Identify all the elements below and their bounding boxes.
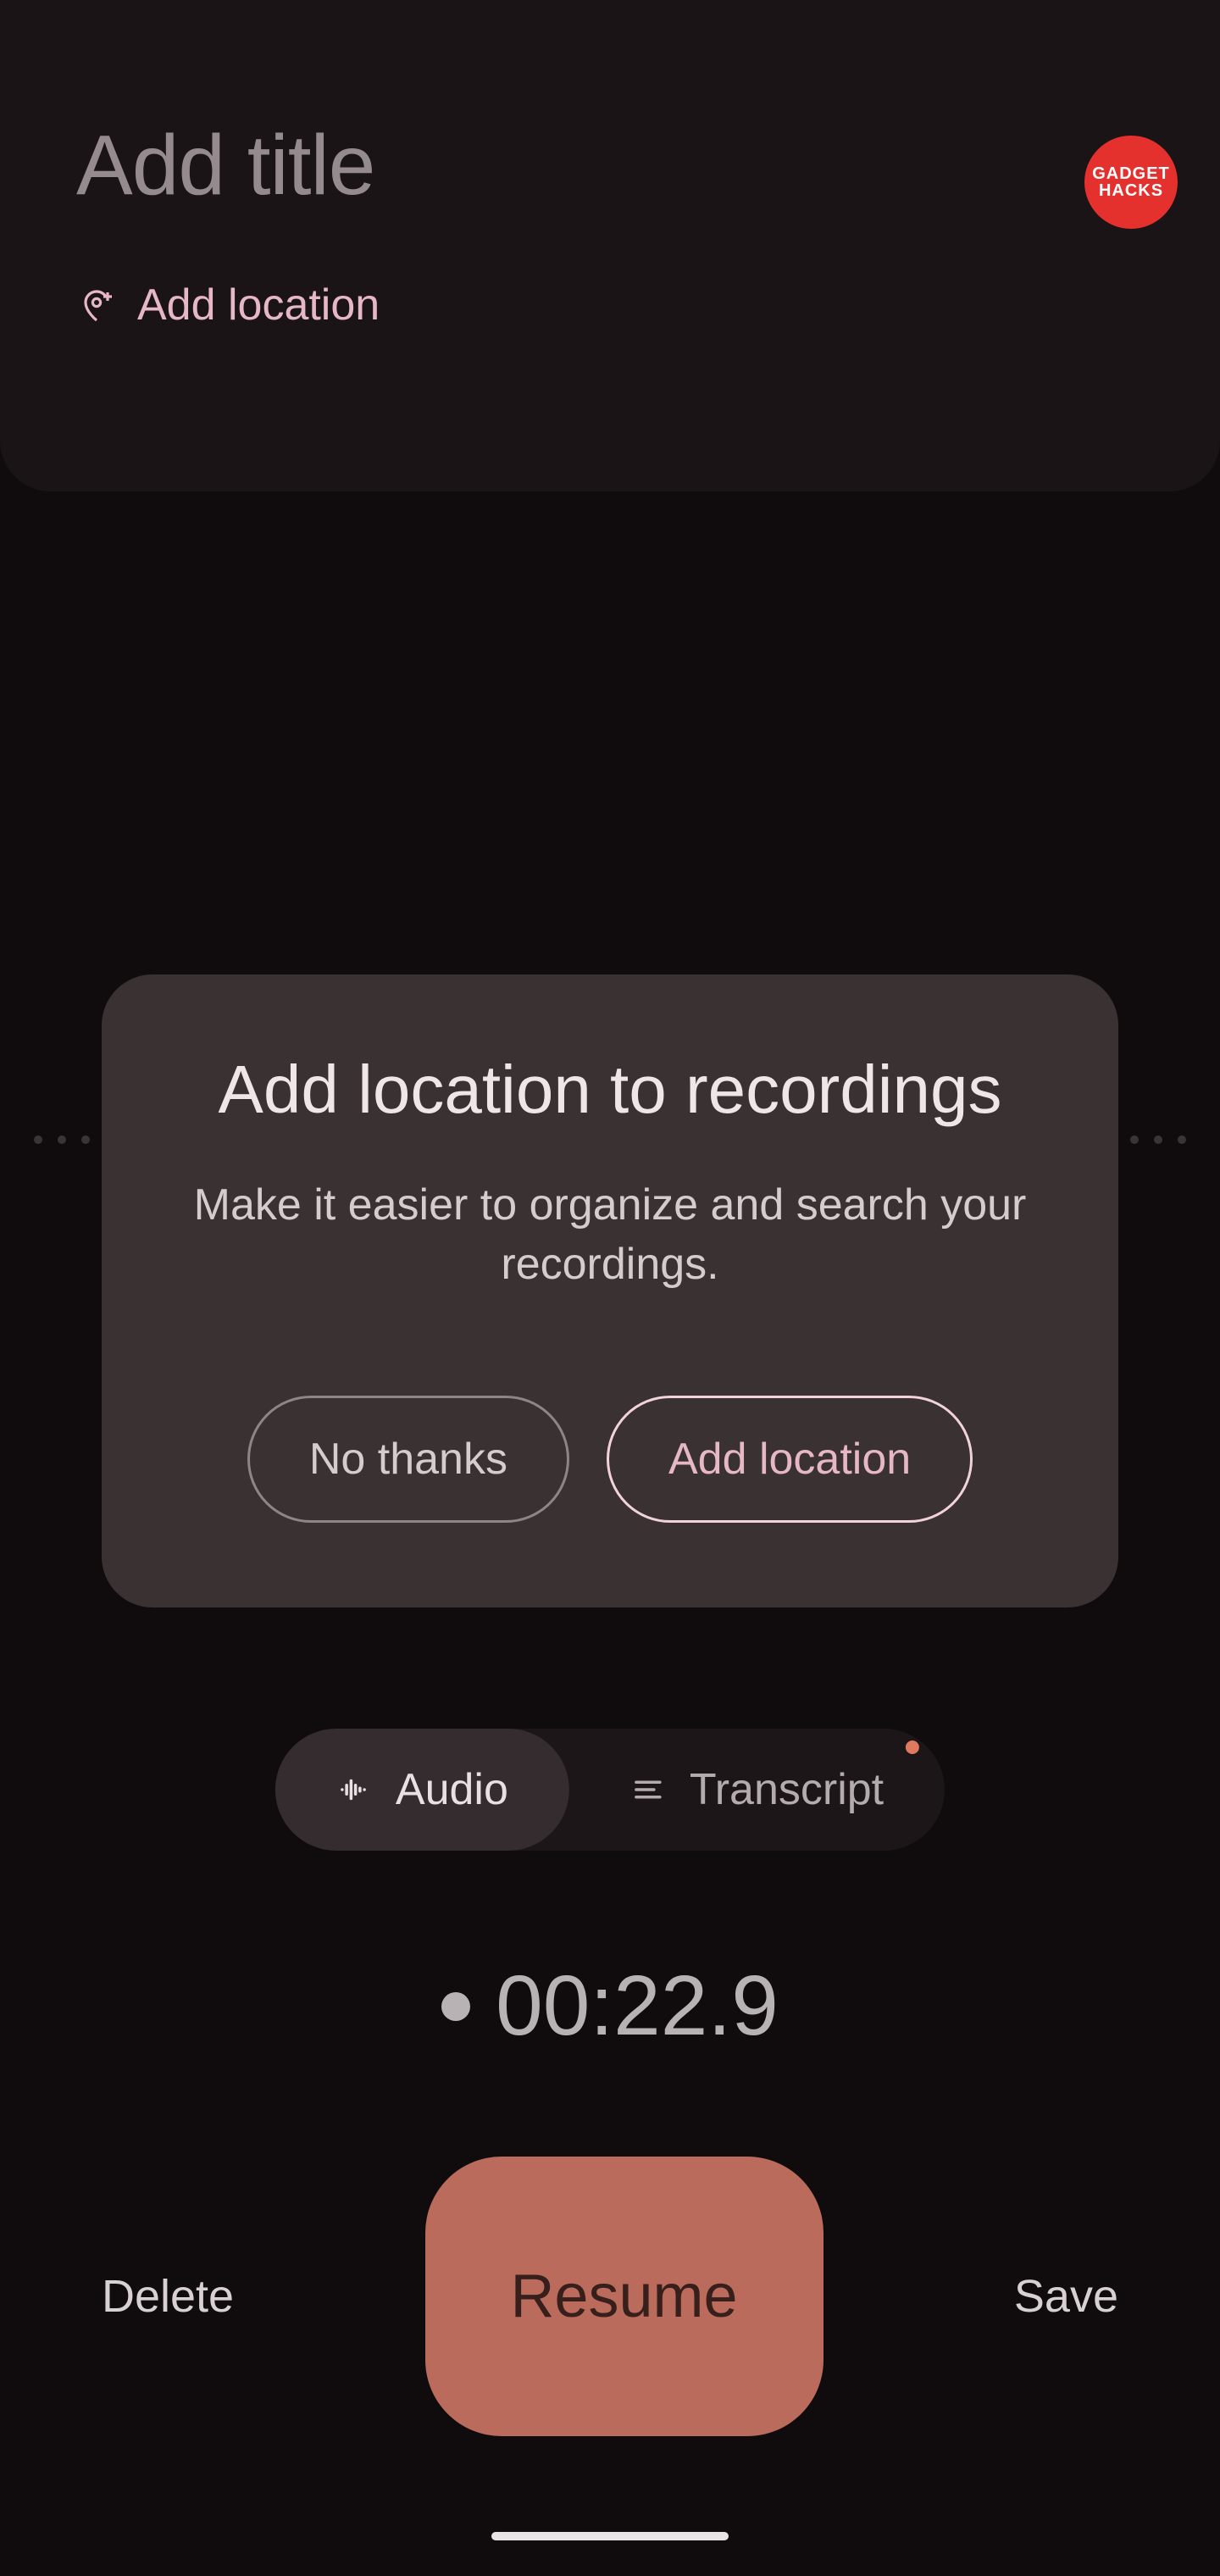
bottom-controls: Delete Resume Save (0, 2152, 1220, 2440)
lines-icon (630, 1772, 666, 1807)
tab-transcript-label: Transcript (690, 1764, 884, 1815)
title-input[interactable]: Add title (76, 119, 1144, 212)
delete-button[interactable]: Delete (102, 2270, 234, 2323)
add-location-button[interactable]: Add location (76, 280, 1144, 330)
add-location-dialog-button[interactable]: Add location (607, 1396, 973, 1523)
home-indicator[interactable] (491, 2532, 729, 2540)
brand-line1: GADGET (1092, 165, 1170, 182)
waveform-icon (336, 1772, 372, 1807)
tab-audio[interactable]: Audio (275, 1729, 569, 1851)
add-location-icon (76, 285, 117, 325)
no-thanks-button[interactable]: No thanks (247, 1396, 569, 1523)
resume-button[interactable]: Resume (425, 2157, 824, 2436)
header-card: Add title Add location (0, 0, 1220, 491)
dialog-title: Add location to recordings (178, 1051, 1042, 1129)
record-indicator-icon (441, 1992, 470, 2021)
transcript-indicator-dot (906, 1740, 919, 1754)
recorder-screen: Add title Add location GADGET HACKS (0, 0, 1220, 2576)
dialog-actions: No thanks Add location (178, 1396, 1042, 1523)
brand-badge: GADGET HACKS (1084, 136, 1178, 229)
timer-value: 00:22.9 (496, 1957, 779, 2055)
timer: 00:22.9 (0, 1957, 1220, 2055)
dialog-body: Make it easier to organize and search yo… (178, 1175, 1042, 1294)
tab-audio-label: Audio (396, 1764, 508, 1815)
brand-line2: HACKS (1092, 182, 1170, 199)
save-button[interactable]: Save (1014, 2270, 1118, 2323)
add-location-label: Add location (137, 280, 380, 330)
view-toggle: Audio Transcript (275, 1729, 945, 1851)
location-permission-dialog: Add location to recordings Make it easie… (102, 974, 1118, 1607)
tab-transcript[interactable]: Transcript (569, 1729, 945, 1851)
